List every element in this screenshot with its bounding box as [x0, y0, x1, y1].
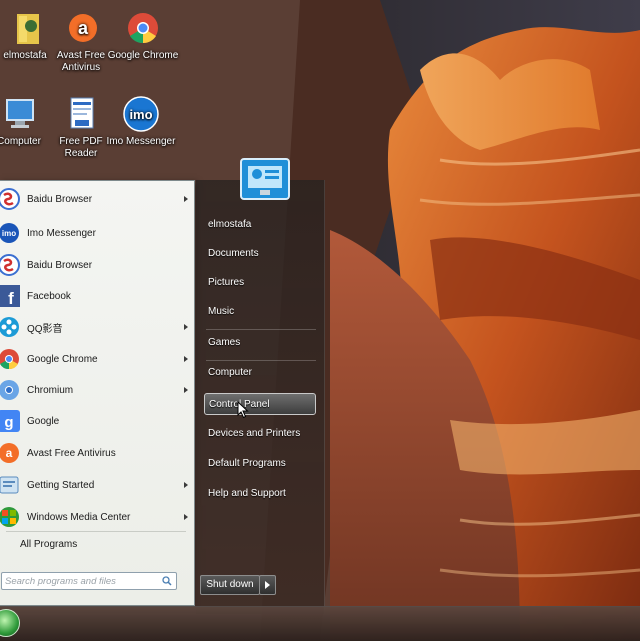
menu-documents[interactable]: Documents	[204, 243, 316, 265]
imo-icon: imo	[0, 222, 20, 244]
menu-control-panel[interactable]: Control Panel	[204, 393, 316, 415]
desktop-icon-google-chrome[interactable]: Google Chrome	[106, 8, 180, 62]
submenu-arrow-icon	[184, 324, 188, 330]
program-item-qq-player[interactable]: QQ影音	[0, 313, 194, 341]
program-label: Baidu Browser	[27, 259, 93, 271]
submenu-arrow-icon	[184, 356, 188, 362]
program-label: Imo Messenger	[27, 227, 96, 239]
avast-icon: a	[61, 8, 101, 48]
start-menu-places-pane: elmostafa Documents Pictures Music Games…	[196, 158, 325, 614]
menu-help-and-support[interactable]: Help and Support	[204, 483, 316, 505]
submenu-arrow-icon	[184, 514, 188, 520]
media-center-icon	[0, 506, 20, 528]
mouse-cursor-icon	[237, 401, 249, 419]
svg-text:f: f	[8, 289, 14, 307]
program-item-baidu-browser[interactable]: Baidu Browser	[0, 185, 194, 213]
pdf-reader-icon	[61, 94, 101, 134]
program-item-chromium[interactable]: Chromium	[0, 376, 194, 404]
program-item-avast[interactable]: a Avast Free Antivirus	[0, 439, 194, 467]
program-label: Facebook	[27, 290, 71, 302]
menu-games[interactable]: Games	[204, 332, 316, 354]
menu-pictures[interactable]: Pictures	[204, 272, 316, 294]
chevron-right-icon	[265, 581, 270, 589]
menu-music[interactable]: Music	[204, 301, 316, 323]
program-item-baidu-browser-2[interactable]: Baidu Browser	[0, 251, 194, 279]
program-item-facebook[interactable]: f Facebook	[0, 282, 194, 310]
search-input[interactable]: Search programs and files	[1, 572, 177, 590]
program-label: Baidu Browser	[27, 193, 93, 205]
menu-user-elmostafa[interactable]: elmostafa	[204, 214, 316, 236]
menu-divider	[206, 360, 316, 361]
svg-text:imo: imo	[2, 229, 16, 238]
shutdown-button[interactable]: Shut down	[200, 575, 260, 595]
desktop-icon-label: Imo Messenger	[106, 136, 176, 147]
program-item-windows-media-center[interactable]: Windows Media Center	[0, 503, 194, 531]
program-label: Getting Started	[27, 479, 95, 491]
menu-devices-and-printers[interactable]: Devices and Printers	[204, 423, 316, 445]
user-picture-icon[interactable]	[240, 158, 290, 200]
baidu-icon	[0, 188, 20, 210]
computer-icon	[0, 94, 39, 134]
svg-text:a: a	[78, 18, 89, 38]
program-label: Google Chrome	[27, 353, 98, 365]
shutdown-options-button[interactable]	[259, 575, 276, 595]
all-programs-link[interactable]: All Programs	[20, 539, 77, 550]
program-item-imo-messenger[interactable]: imo Imo Messenger	[0, 219, 194, 247]
getting-started-icon	[0, 474, 20, 496]
program-item-google-chrome[interactable]: Google Chrome	[0, 345, 194, 373]
search-icon	[162, 576, 172, 586]
programs-divider	[6, 531, 186, 532]
submenu-arrow-icon	[184, 387, 188, 393]
chrome-icon	[123, 8, 163, 48]
program-item-getting-started[interactable]: Getting Started	[0, 471, 194, 499]
svg-text:g: g	[4, 414, 13, 431]
program-label: QQ影音	[27, 323, 63, 335]
taskbar	[0, 606, 640, 641]
submenu-arrow-icon	[184, 482, 188, 488]
start-menu-programs-pane: Baidu Browser imo Imo Messenger Baidu Br…	[0, 180, 195, 606]
program-item-google[interactable]: g Google	[0, 407, 194, 435]
program-label: Google	[27, 415, 60, 427]
avast-icon: a	[0, 442, 20, 464]
google-icon: g	[0, 410, 20, 432]
svg-text:a: a	[6, 446, 13, 460]
program-label: Avast Free Antivirus	[27, 447, 116, 459]
menu-divider	[206, 329, 316, 330]
svg-text:imo: imo	[129, 107, 152, 122]
start-button[interactable]	[0, 609, 20, 637]
menu-default-programs[interactable]: Default Programs	[204, 453, 316, 475]
submenu-arrow-icon	[184, 196, 188, 202]
menu-computer[interactable]: Computer	[204, 362, 316, 384]
program-label: Chromium	[27, 384, 74, 396]
program-label: Windows Media Center	[27, 511, 131, 523]
qq-player-icon	[0, 316, 20, 338]
search-placeholder: Search programs and files	[5, 576, 116, 587]
chrome-icon	[0, 348, 20, 370]
desktop-icon-label: Google Chrome	[107, 50, 179, 61]
baidu-icon	[0, 254, 20, 276]
facebook-icon: f	[0, 285, 20, 308]
chromium-icon	[0, 379, 20, 401]
user-folder-icon	[5, 8, 45, 48]
desktop-icon-imo[interactable]: imo Imo Messenger	[104, 94, 178, 148]
imo-icon: imo	[121, 94, 161, 134]
